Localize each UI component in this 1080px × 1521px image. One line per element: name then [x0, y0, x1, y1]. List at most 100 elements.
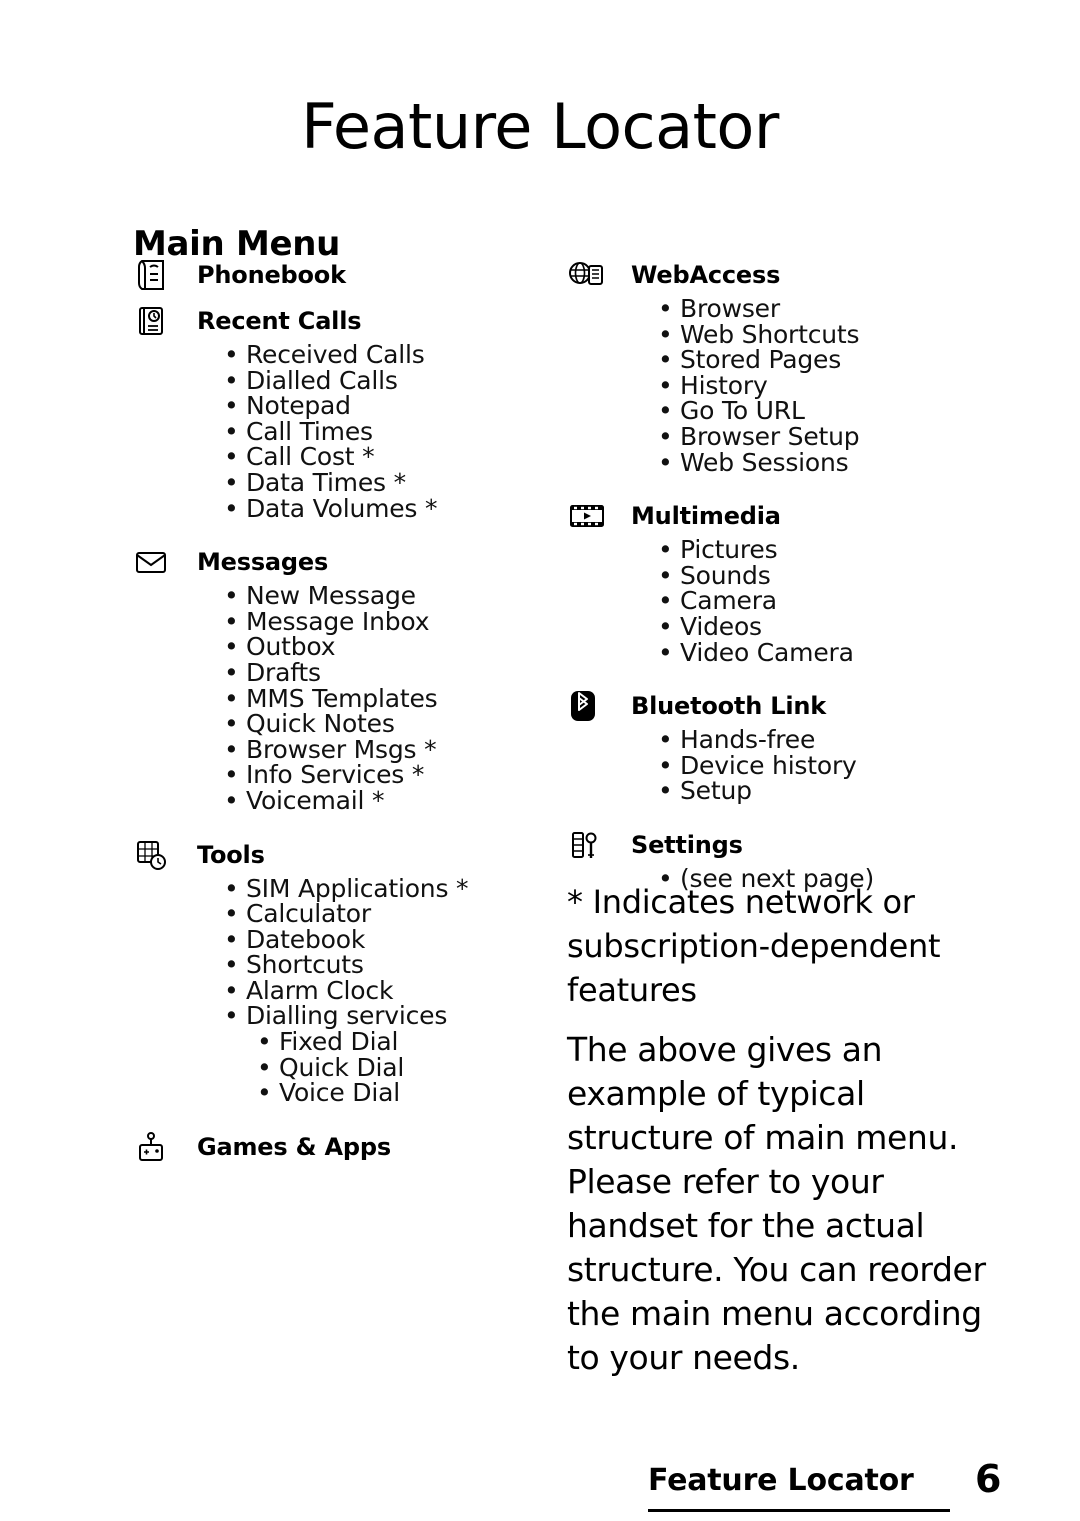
bullet-icon: •: [658, 319, 673, 349]
recent-calls-icon: [133, 302, 173, 340]
envelope-icon: [133, 543, 173, 581]
list-item: • Camera: [644, 588, 1017, 614]
bullet-icon: •: [224, 785, 239, 815]
group-label: Settings: [631, 830, 743, 859]
group-label: Messages: [197, 548, 329, 577]
bullet-icon: •: [224, 760, 239, 790]
list-item: • Video Camera: [644, 637, 1017, 667]
list-item: • Dialling services: [210, 1003, 553, 1029]
bullet-icon: •: [658, 370, 673, 400]
list-item-label: Voice Dial: [279, 1078, 400, 1108]
bullet-icon: •: [658, 586, 673, 616]
list-item: • Message Inbox: [210, 606, 553, 636]
body-text: The above gives an example of typical st…: [567, 1030, 986, 1377]
menu-group-phonebook: Phonebook: [133, 258, 553, 294]
list-item: • New Message: [210, 583, 553, 609]
group-header: Recent Calls: [133, 304, 553, 340]
menu-group-tools: Tools • SIM Applications * • Calculator • D…: [133, 838, 553, 1106]
list-item: • Quick Notes: [210, 711, 553, 737]
bullet-icon: •: [224, 734, 239, 764]
group-label: WebAccess: [631, 261, 781, 289]
multimedia-icon: [567, 497, 607, 535]
bullet-icon: •: [224, 873, 239, 903]
bullet-icon: •: [224, 632, 239, 662]
bullet-icon: •: [658, 750, 673, 780]
webaccess-icon: [567, 256, 607, 294]
menu-group-messages: Messages • New Message • Message Inbox • Ou…: [133, 545, 553, 813]
menu-group-webaccess: WebAccess • Browser • Web Shortcuts • Store…: [567, 258, 1017, 475]
bullet-icon: •: [224, 442, 239, 472]
bullet-icon: •: [658, 535, 673, 565]
list-item: • Data Times *: [210, 470, 553, 496]
list-item: • Pictures: [644, 537, 1017, 563]
list-item: • MMS Templates: [210, 685, 553, 712]
list-item: • Browser Setup: [644, 424, 1017, 450]
group-label: Games & Apps: [197, 1132, 391, 1161]
menu-item-list: • SIM Applications * • Calculator • Dateboo…: [133, 873, 553, 1030]
menu-item-list: • Browser • Web Shortcuts • Stored Pages • H…: [567, 296, 1017, 475]
bullet-icon: •: [658, 725, 673, 755]
group-label: Tools: [197, 840, 265, 869]
list-item-label: Setup: [680, 776, 752, 806]
menu-item-list: • Hands-free • Device history • Setup: [567, 727, 1017, 804]
page-title: Feature Locator: [301, 89, 779, 163]
footer-page-number: 6: [975, 1457, 1002, 1501]
group-header: Messages: [133, 545, 553, 581]
bullet-icon: •: [224, 606, 239, 636]
list-item: • Received Calls: [210, 342, 553, 368]
bullet-icon: •: [224, 340, 239, 369]
list-item: • Calculator: [210, 901, 553, 927]
bullet-icon: •: [224, 416, 239, 446]
bullet-icon: •: [658, 345, 673, 375]
bullet-icon: •: [224, 1001, 239, 1031]
bullet-icon: •: [658, 560, 673, 590]
menu-group-games-apps: Games & Apps: [133, 1130, 553, 1166]
list-item: • Shortcuts: [210, 952, 553, 978]
bullet-icon: •: [224, 975, 239, 1005]
group-label: Recent Calls: [197, 307, 362, 335]
list-item: • Outbox: [210, 634, 553, 660]
bullet-icon: •: [658, 611, 673, 641]
list-item: • Sounds: [644, 560, 1017, 590]
left-column: Phonebook Recent Calls • Received Calls …: [133, 258, 553, 1176]
menu-subitem-list: • Fixed Dial • Quick Dial • Voice Dial: [133, 1029, 553, 1106]
list-item-label: Voicemail *: [246, 785, 385, 815]
right-column: WebAccess • Browser • Web Shortcuts • Store…: [567, 258, 1017, 902]
bullet-icon: •: [224, 899, 239, 929]
bluetooth-icon: [567, 687, 607, 725]
list-item: • SIM Applications *: [210, 873, 553, 903]
list-item: • Notepad: [210, 393, 553, 419]
list-item: • Go To URL: [644, 398, 1017, 424]
footnote-text: * Indicates network or subscription-depe…: [567, 883, 941, 1009]
manual-page: Feature Locator Main Menu Phonebook Rece…: [0, 0, 1080, 1521]
bullet-icon: •: [224, 581, 239, 611]
list-item: • Voice Dial: [243, 1080, 553, 1106]
list-item: • Videos: [644, 614, 1017, 640]
phonebook-icon: [133, 256, 173, 294]
list-item: • Call Cost *: [210, 444, 553, 470]
list-item: • Quick Dial: [243, 1052, 553, 1082]
list-item: • Fixed Dial: [243, 1029, 553, 1055]
list-item: • Datebook: [210, 926, 553, 953]
bullet-icon: •: [257, 1078, 272, 1108]
bullet-icon: •: [658, 776, 673, 806]
group-header: Tools: [133, 838, 553, 874]
list-item: • Browser Msgs *: [210, 734, 553, 764]
bullet-icon: •: [224, 365, 239, 395]
bullet-icon: •: [658, 637, 673, 667]
group-header: Phonebook: [133, 258, 553, 294]
bullet-icon: •: [224, 493, 239, 523]
bullet-icon: •: [257, 1027, 272, 1057]
list-item: • Setup: [644, 778, 1017, 804]
list-item: • Web Sessions: [644, 447, 1017, 477]
list-item: • Info Services *: [210, 762, 553, 788]
group-label: Bluetooth Link: [631, 692, 827, 721]
bullet-icon: •: [658, 447, 673, 477]
group-label: Multimedia: [631, 502, 781, 531]
menu-group-bluetooth: Bluetooth Link • Hands-free • Device histo…: [567, 689, 1017, 804]
menu-item-list: • New Message • Message Inbox • Outbox • Dra…: [133, 583, 553, 813]
bullet-icon: •: [257, 1052, 272, 1082]
list-item: • Stored Pages: [644, 347, 1017, 373]
list-item: • Hands-free: [644, 727, 1017, 753]
group-header: Settings: [567, 828, 1017, 864]
